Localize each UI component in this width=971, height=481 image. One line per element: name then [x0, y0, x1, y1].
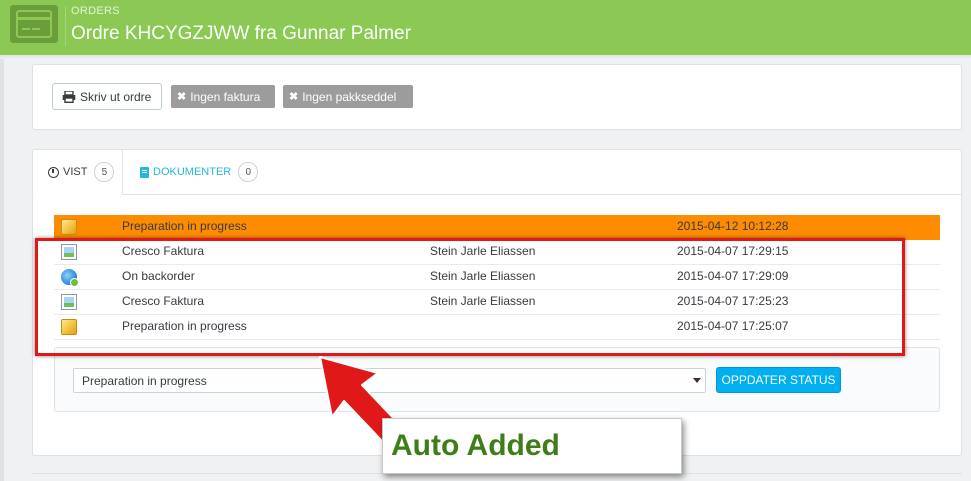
tab-history-label: VIST	[63, 166, 88, 178]
print-order-button[interactable]: Skriv ut ordre	[52, 83, 162, 110]
update-status-button[interactable]: OPPDATER STATUS	[716, 367, 841, 393]
annotation-label: Auto Added	[382, 418, 682, 474]
header-divider	[65, 6, 66, 46]
status-select-value: Preparation in progress	[82, 373, 207, 388]
clock-icon	[48, 166, 59, 178]
print-order-label: Skriv ut ordre	[80, 89, 152, 104]
header-shadow	[0, 55, 971, 59]
page-header: ORDERS Ordre KHCYGZJWW fra Gunnar Palmer	[0, 0, 971, 55]
no-packing-slip-button[interactable]: ✖ Ingen pakkseddel	[283, 85, 413, 108]
package-icon	[61, 219, 77, 235]
no-packing-slip-label: Ingen pakkseddel	[302, 89, 397, 104]
tab-documents[interactable]: DOKUMENTER 0	[140, 160, 259, 184]
no-invoice-label: Ingen faktura	[190, 89, 261, 104]
sidebar-edge	[0, 59, 4, 481]
credit-card-icon	[10, 5, 58, 43]
breadcrumb[interactable]: ORDERS	[71, 5, 120, 17]
chevron-down-icon	[693, 378, 701, 383]
document-icon	[140, 166, 149, 178]
history-date: 2015-04-12 10:12:28	[677, 219, 789, 233]
no-invoice-button[interactable]: ✖ Ingen faktura	[171, 85, 275, 108]
close-icon: ✖	[177, 91, 187, 103]
annotation-highlight-box	[35, 238, 905, 356]
close-icon: ✖	[289, 91, 299, 103]
tab-documents-count: 0	[238, 162, 259, 182]
tab-history-count: 5	[94, 162, 115, 182]
tab-history[interactable]: VIST 5	[32, 149, 123, 195]
page-title: Ordre KHCYGZJWW fra Gunnar Palmer	[71, 23, 411, 44]
tabs-divider	[33, 194, 961, 195]
history-row: Preparation in progress 2015-04-12 10:12…	[54, 215, 940, 240]
history-status: Preparation in progress	[122, 219, 247, 233]
printer-icon	[62, 90, 76, 103]
tab-documents-label: DOKUMENTER	[153, 166, 232, 178]
